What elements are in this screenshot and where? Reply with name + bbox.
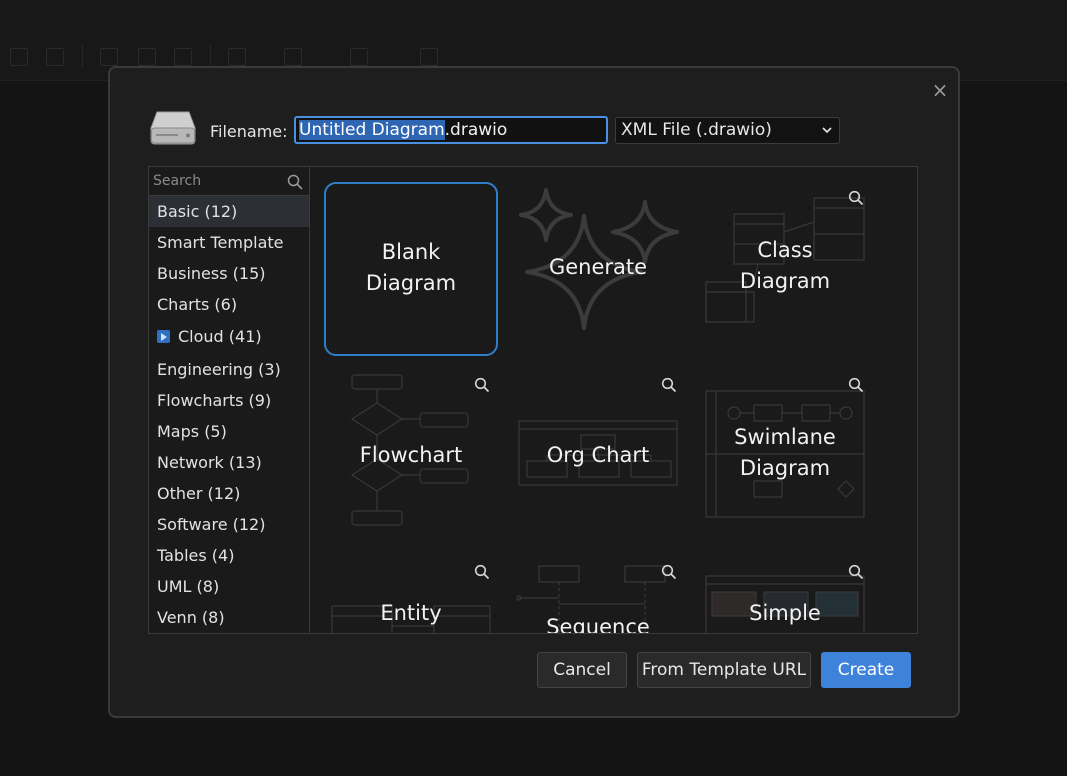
category-list: Basic (12) Smart Template Business (15) …: [149, 196, 309, 633]
bg-tool-icon: [46, 48, 64, 66]
search-icon[interactable]: [287, 174, 303, 190]
zoom-icon[interactable]: [848, 564, 864, 580]
category-item-software[interactable]: Software (12): [149, 509, 309, 540]
category-item-uml[interactable]: UML (8): [149, 571, 309, 602]
template-generate[interactable]: Generate: [511, 182, 685, 356]
bg-tool-icon: [350, 48, 368, 66]
category-item-other[interactable]: Other (12): [149, 478, 309, 509]
template-swimlane-diagram[interactable]: Swimlane Diagram: [698, 369, 872, 543]
bg-separator: [82, 44, 83, 68]
category-item-network[interactable]: Network (13): [149, 447, 309, 478]
bg-tool-icon: [138, 48, 156, 66]
category-item-maps[interactable]: Maps (5): [149, 416, 309, 447]
template-label: Sequence: [546, 615, 650, 634]
zoom-icon[interactable]: [848, 377, 864, 393]
template-label: Simple: [749, 601, 821, 625]
template-simple[interactable]: Simple: [698, 556, 872, 633]
zoom-icon[interactable]: [848, 190, 864, 206]
bg-tool-icon: [284, 48, 302, 66]
create-button[interactable]: Create: [821, 652, 911, 688]
bg-tool-icon: [174, 48, 192, 66]
zoom-icon[interactable]: [661, 564, 677, 580]
template-entity-relation[interactable]: Entity: [324, 556, 498, 633]
category-item-charts[interactable]: Charts (6): [149, 289, 309, 320]
bg-tool-icon: [228, 48, 246, 66]
from-template-url-button[interactable]: From Template URL: [637, 652, 811, 688]
cancel-button[interactable]: Cancel: [537, 652, 627, 688]
filename-selected-text: Untitled Diagram: [299, 120, 445, 140]
search-box: [149, 167, 309, 196]
category-item-venn[interactable]: Venn (8): [149, 602, 309, 633]
new-diagram-dialog: × Filename: Untitled Diagram.drawio XML …: [108, 66, 960, 718]
template-org-chart[interactable]: Org Chart: [511, 369, 685, 543]
template-label: Swimlane Diagram: [734, 425, 836, 480]
template-label: Org Chart: [546, 443, 650, 467]
format-select[interactable]: XML File (.drawio): [615, 117, 840, 144]
category-sidebar: Basic (12) Smart Template Business (15) …: [148, 166, 310, 634]
filename-extension: .drawio: [444, 120, 508, 140]
filename-label: Filename:: [210, 122, 288, 141]
bg-tool-icon: [100, 48, 118, 66]
search-input[interactable]: [153, 173, 279, 189]
hard-drive-icon: [150, 111, 196, 145]
zoom-icon[interactable]: [474, 564, 490, 580]
template-flowchart[interactable]: Flowchart: [324, 369, 498, 543]
zoom-icon[interactable]: [661, 377, 677, 393]
category-item-smart-template[interactable]: Smart Template: [149, 227, 309, 258]
category-item-cloud[interactable]: Cloud (41): [149, 320, 309, 354]
template-grid: Blank Diagram Generate Class Diagram Flo…: [310, 166, 918, 634]
bg-separator: [210, 44, 211, 68]
category-item-flowcharts[interactable]: Flowcharts (9): [149, 385, 309, 416]
zoom-icon[interactable]: [474, 377, 490, 393]
template-label: Entity: [380, 601, 442, 625]
template-label: Blank Diagram: [365, 240, 457, 295]
category-item-tables[interactable]: Tables (4): [149, 540, 309, 571]
template-label: Flowchart: [359, 443, 463, 467]
template-class-diagram[interactable]: Class Diagram: [698, 182, 872, 356]
category-item-basic[interactable]: Basic (12): [149, 196, 309, 227]
category-item-business[interactable]: Business (15): [149, 258, 309, 289]
template-label: Generate: [548, 255, 648, 279]
chevron-down-icon: [822, 127, 832, 134]
template-sequence[interactable]: Sequence: [511, 556, 685, 634]
filename-input[interactable]: Untitled Diagram.drawio: [294, 116, 608, 144]
category-item-engineering[interactable]: Engineering (3): [149, 354, 309, 385]
bg-tool-icon: [10, 48, 28, 66]
template-label: Class Diagram: [739, 238, 831, 293]
expand-arrow-icon[interactable]: [157, 330, 170, 343]
close-icon[interactable]: ×: [930, 80, 950, 100]
template-blank-diagram[interactable]: Blank Diagram: [324, 182, 498, 356]
format-select-value: XML File (.drawio): [621, 120, 772, 140]
category-item-cloud-label: Cloud (41): [178, 327, 262, 346]
bg-tool-icon: [420, 48, 438, 66]
